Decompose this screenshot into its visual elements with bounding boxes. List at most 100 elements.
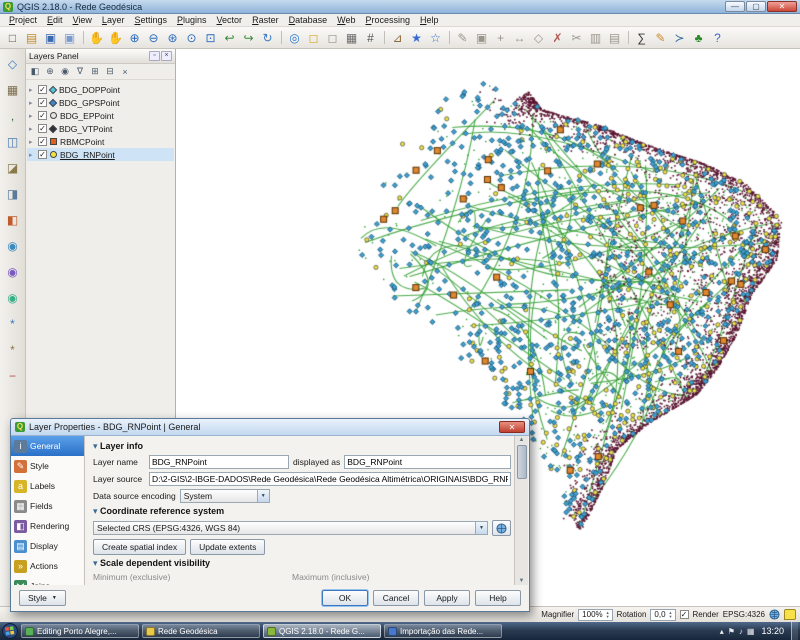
dialog-scrollbar[interactable]: ▲ ▼ xyxy=(514,436,528,585)
scroll-down-icon[interactable]: ▼ xyxy=(519,578,525,584)
panel-collapse-all-button[interactable]: ⊟ xyxy=(103,65,117,78)
menu-edit[interactable]: Edit xyxy=(42,15,68,25)
taskbar-button-importa-o-das-rede[interactable]: Importação das Rede... xyxy=(384,624,502,638)
expand-icon[interactable] xyxy=(29,99,35,107)
toolbar-zoom-last-button[interactable]: ↩ xyxy=(220,28,239,47)
start-button[interactable] xyxy=(2,623,18,639)
layer-source-input[interactable] xyxy=(149,472,511,486)
style-menu-button[interactable]: Style▼ xyxy=(19,590,66,606)
toolbar-add-wcs-layer-button[interactable]: ◉ xyxy=(3,262,23,282)
toolbar-new-shapefile-layer-button[interactable]: * xyxy=(3,314,23,334)
toolbar-zoom-to-selection-button[interactable]: ⊙ xyxy=(182,28,201,47)
render-checkbox[interactable] xyxy=(680,610,689,619)
toolbar-add-raster-layer-button[interactable]: ▦ xyxy=(3,80,23,100)
rotation-spinbox[interactable]: 0,0 ▲▼ xyxy=(650,609,675,621)
toolbar-new-bookmark-button[interactable]: ★ xyxy=(407,28,426,47)
toolbar-paste-features-button[interactable]: ▤ xyxy=(605,28,624,47)
toolbar-move-feature-button[interactable]: ↔ xyxy=(510,28,529,47)
layer-name-input[interactable] xyxy=(149,455,289,469)
crs-globe-icon[interactable] xyxy=(769,609,780,620)
toolbar-show-statistics-button[interactable]: ∑ xyxy=(632,28,651,47)
toolbar-python-console-button[interactable]: ≻ xyxy=(670,28,689,47)
toolbar-new-spatialite-layer-button[interactable]: * xyxy=(3,340,23,360)
toolbar-add-wfs-layer-button[interactable]: ◉ xyxy=(3,288,23,308)
menu-help[interactable]: Help xyxy=(415,15,444,25)
taskbar-button-editing-porto-alegre[interactable]: Editing Porto Alegre,... xyxy=(21,624,139,638)
menu-layer[interactable]: Layer xyxy=(97,15,130,25)
toolbar-open-attribute-table-button[interactable]: ▦ xyxy=(342,28,361,47)
apply-button[interactable]: Apply xyxy=(424,590,470,606)
toolbar-node-tool-button[interactable]: ◇ xyxy=(529,28,548,47)
layer-item-bdg-eppoint[interactable]: BDG_EPPoint xyxy=(27,109,174,122)
layer-item-bdg-gpspoint[interactable]: BDG_GPSPoint xyxy=(27,96,174,109)
toolbar-add-vector-layer-button[interactable]: ◇ xyxy=(3,54,23,74)
toolbar-cut-features-button[interactable]: ✂ xyxy=(567,28,586,47)
scrollbar-thumb[interactable] xyxy=(517,445,527,479)
toolbar-add-feature-button[interactable]: + xyxy=(491,28,510,47)
panel-close-button[interactable]: × xyxy=(161,51,172,61)
toolbar-show-bookmarks-button[interactable]: ☆ xyxy=(426,28,445,47)
toolbar-add-spatialite-layer-button[interactable]: ◪ xyxy=(3,158,23,178)
message-log-icon[interactable] xyxy=(784,609,796,620)
panel-remove-layer-button[interactable]: × xyxy=(118,65,132,78)
toolbar-new-project-button[interactable]: □ xyxy=(3,28,22,47)
layer-visibility-checkbox[interactable] xyxy=(38,85,47,94)
menu-processing[interactable]: Processing xyxy=(360,15,415,25)
dialog-close-button[interactable]: ✕ xyxy=(499,421,525,433)
toolbar-refresh-map-button[interactable]: ↻ xyxy=(258,28,277,47)
toolbar-open-project-button[interactable]: ▤ xyxy=(22,28,41,47)
layer-visibility-checkbox[interactable] xyxy=(38,150,47,159)
panel-filter-legend-button[interactable]: ∇ xyxy=(73,65,87,78)
toolbar-add-postgis-layer-button[interactable]: ◫ xyxy=(3,132,23,152)
dialog-tab-rendering[interactable]: ◧ Rendering xyxy=(11,516,84,536)
layer-item-rbmcpoint[interactable]: RBMCPoint xyxy=(27,135,174,148)
create-spatial-index-button[interactable]: Create spatial index xyxy=(93,539,186,555)
scroll-up-icon[interactable]: ▲ xyxy=(519,437,525,443)
layer-visibility-checkbox[interactable] xyxy=(38,124,47,133)
close-button[interactable]: ✕ xyxy=(767,1,797,12)
update-extents-button[interactable]: Update extents xyxy=(190,539,265,555)
toolbar-help-contents-button[interactable]: ? xyxy=(708,28,727,47)
toolbar-select-features-button[interactable]: ◻ xyxy=(304,28,323,47)
toolbar-add-delimited-text-layer-button[interactable]: , xyxy=(3,106,23,126)
scale-visibility-header[interactable]: Scale dependent visibility xyxy=(93,558,511,569)
layer-info-header[interactable]: Layer info xyxy=(93,441,511,452)
toolbar-add-oracle-layer-button[interactable]: ◧ xyxy=(3,210,23,230)
layer-item-bdg-vtpoint[interactable]: BDG_VTPoint xyxy=(27,122,174,135)
toolbar-save-layer-edits-button[interactable]: ▣ xyxy=(472,28,491,47)
toolbar-copy-features-button[interactable]: ▥ xyxy=(586,28,605,47)
toolbar-add-mssql-layer-button[interactable]: ◨ xyxy=(3,184,23,204)
toolbar-save-project-button[interactable]: ▣ xyxy=(41,28,60,47)
menu-plugins[interactable]: Plugins xyxy=(172,15,212,25)
toolbar-zoom-out-button[interactable]: ⊖ xyxy=(144,28,163,47)
taskbar-button-rede-geod-sica[interactable]: Rede Geodésica xyxy=(142,624,260,638)
menu-project[interactable]: Project xyxy=(4,15,42,25)
dialog-tab-joins[interactable]: ⋈ Joins xyxy=(11,576,84,585)
taskbar-button-qgis-2-18-0-rede-g[interactable]: QGIS 2.18.0 - Rede G... xyxy=(263,624,381,638)
toolbar-zoom-to-layer-button[interactable]: ⊡ xyxy=(201,28,220,47)
displayed-as-input[interactable] xyxy=(344,455,511,469)
encoding-select[interactable]: System▼ xyxy=(180,489,270,503)
ok-button[interactable]: OK xyxy=(322,590,368,606)
dialog-tab-general[interactable]: i General xyxy=(11,436,84,456)
toolbar-identify-features-button[interactable]: ◎ xyxy=(285,28,304,47)
menu-vector[interactable]: Vector xyxy=(212,15,248,25)
tray-hidden-icons-icon[interactable]: ▴ xyxy=(720,627,724,636)
layer-visibility-checkbox[interactable] xyxy=(38,111,47,120)
layer-visibility-checkbox[interactable] xyxy=(38,137,47,146)
spinner-arrows-icon[interactable]: ▲▼ xyxy=(669,611,673,619)
cancel-button[interactable]: Cancel xyxy=(373,590,419,606)
toolbar-zoom-in-button[interactable]: ⊕ xyxy=(125,28,144,47)
tray-action-center-icon[interactable]: ⚑ xyxy=(728,627,735,636)
toolbar-pan-to-selection-button[interactable]: ✋ xyxy=(106,28,125,47)
menu-view[interactable]: View xyxy=(68,15,97,25)
toolbar-plugins-trees-button[interactable]: ♣ xyxy=(689,28,708,47)
toolbar-field-calculator-button[interactable]: # xyxy=(361,28,380,47)
expand-icon[interactable] xyxy=(29,125,35,133)
dialog-tab-actions[interactable]: » Actions xyxy=(11,556,84,576)
panel-add-group-button[interactable]: ⊕ xyxy=(43,65,57,78)
toolbar-delete-selected-button[interactable]: ✗ xyxy=(548,28,567,47)
crs-picker-button[interactable] xyxy=(492,520,511,536)
spinner-arrows-icon[interactable]: ▲▼ xyxy=(606,611,610,619)
tray-network-icon[interactable]: ▦ xyxy=(747,627,755,636)
